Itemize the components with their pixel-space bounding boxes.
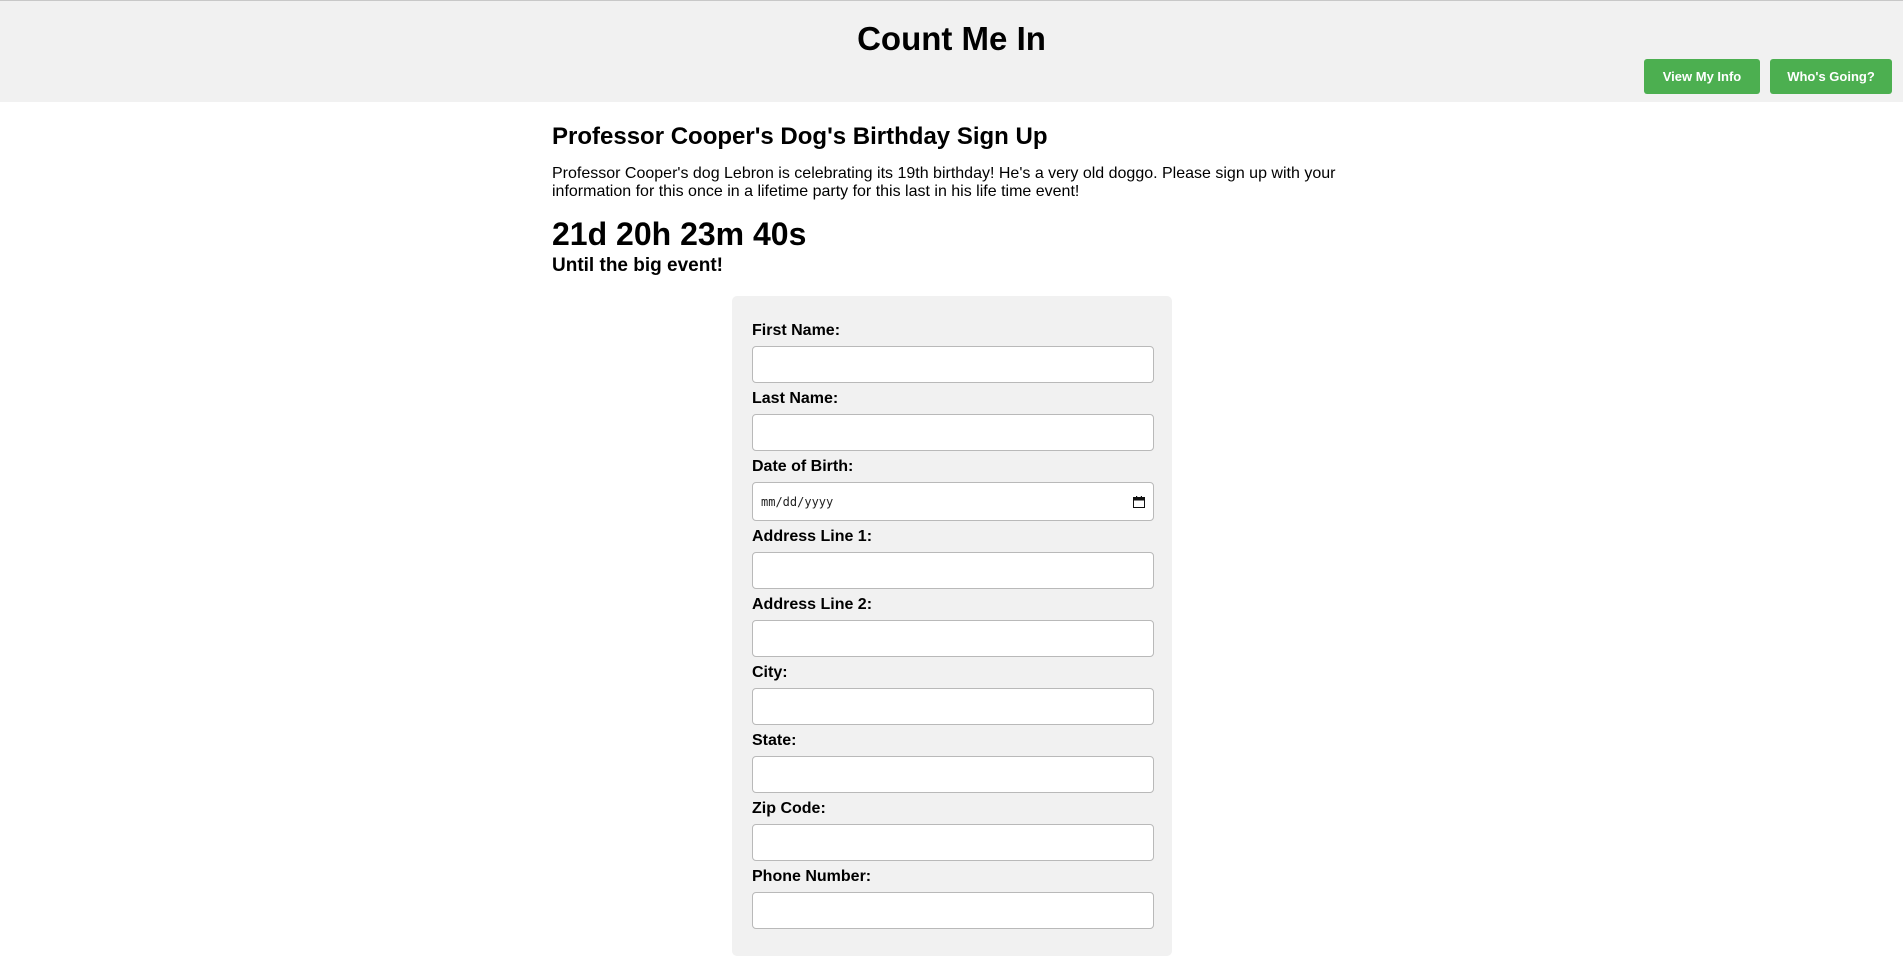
address-line-1-label: Address Line 1: — [752, 528, 873, 545]
date-of-birth-label: Date of Birth: — [752, 458, 854, 475]
phone-number-label: Phone Number: — [752, 868, 872, 885]
city-input[interactable] — [752, 688, 1154, 725]
event-title: Professor Cooper's Dog's Birthday Sign U… — [552, 123, 1048, 150]
calendar-icon[interactable] — [1133, 495, 1145, 508]
address-line-2-input[interactable] — [752, 620, 1154, 657]
countdown-caption: Until the big event! — [552, 255, 723, 276]
signup-form: First Name: Last Name: Date of Birth: mm… — [732, 296, 1172, 956]
whos-going-button[interactable]: Who's Going? — [1770, 59, 1892, 94]
state-label: State: — [752, 732, 797, 749]
date-placeholder: mm/dd/yyyy — [761, 494, 834, 509]
address-line-1-input[interactable] — [752, 552, 1154, 589]
zip-code-label: Zip Code: — [752, 800, 826, 817]
first-name-label: First Name: — [752, 322, 841, 339]
first-name-input[interactable] — [752, 346, 1154, 383]
event-description: Professor Cooper's dog Lebron is celebra… — [552, 165, 1336, 200]
address-line-2-label: Address Line 2: — [752, 596, 873, 613]
last-name-label: Last Name: — [752, 390, 839, 407]
date-of-birth-input[interactable]: mm/dd/yyyy — [752, 482, 1154, 521]
city-label: City: — [752, 664, 788, 681]
app-title: Count Me In — [857, 20, 1046, 57]
state-input[interactable] — [752, 756, 1154, 793]
phone-number-input[interactable] — [752, 892, 1154, 929]
app-header: Count Me In View My Info Who's Going? — [0, 0, 1903, 102]
countdown-timer: 21d 20h 23m 40s — [552, 216, 807, 252]
view-my-info-button[interactable]: View My Info — [1644, 59, 1760, 94]
zip-code-input[interactable] — [752, 824, 1154, 861]
last-name-input[interactable] — [752, 414, 1154, 451]
